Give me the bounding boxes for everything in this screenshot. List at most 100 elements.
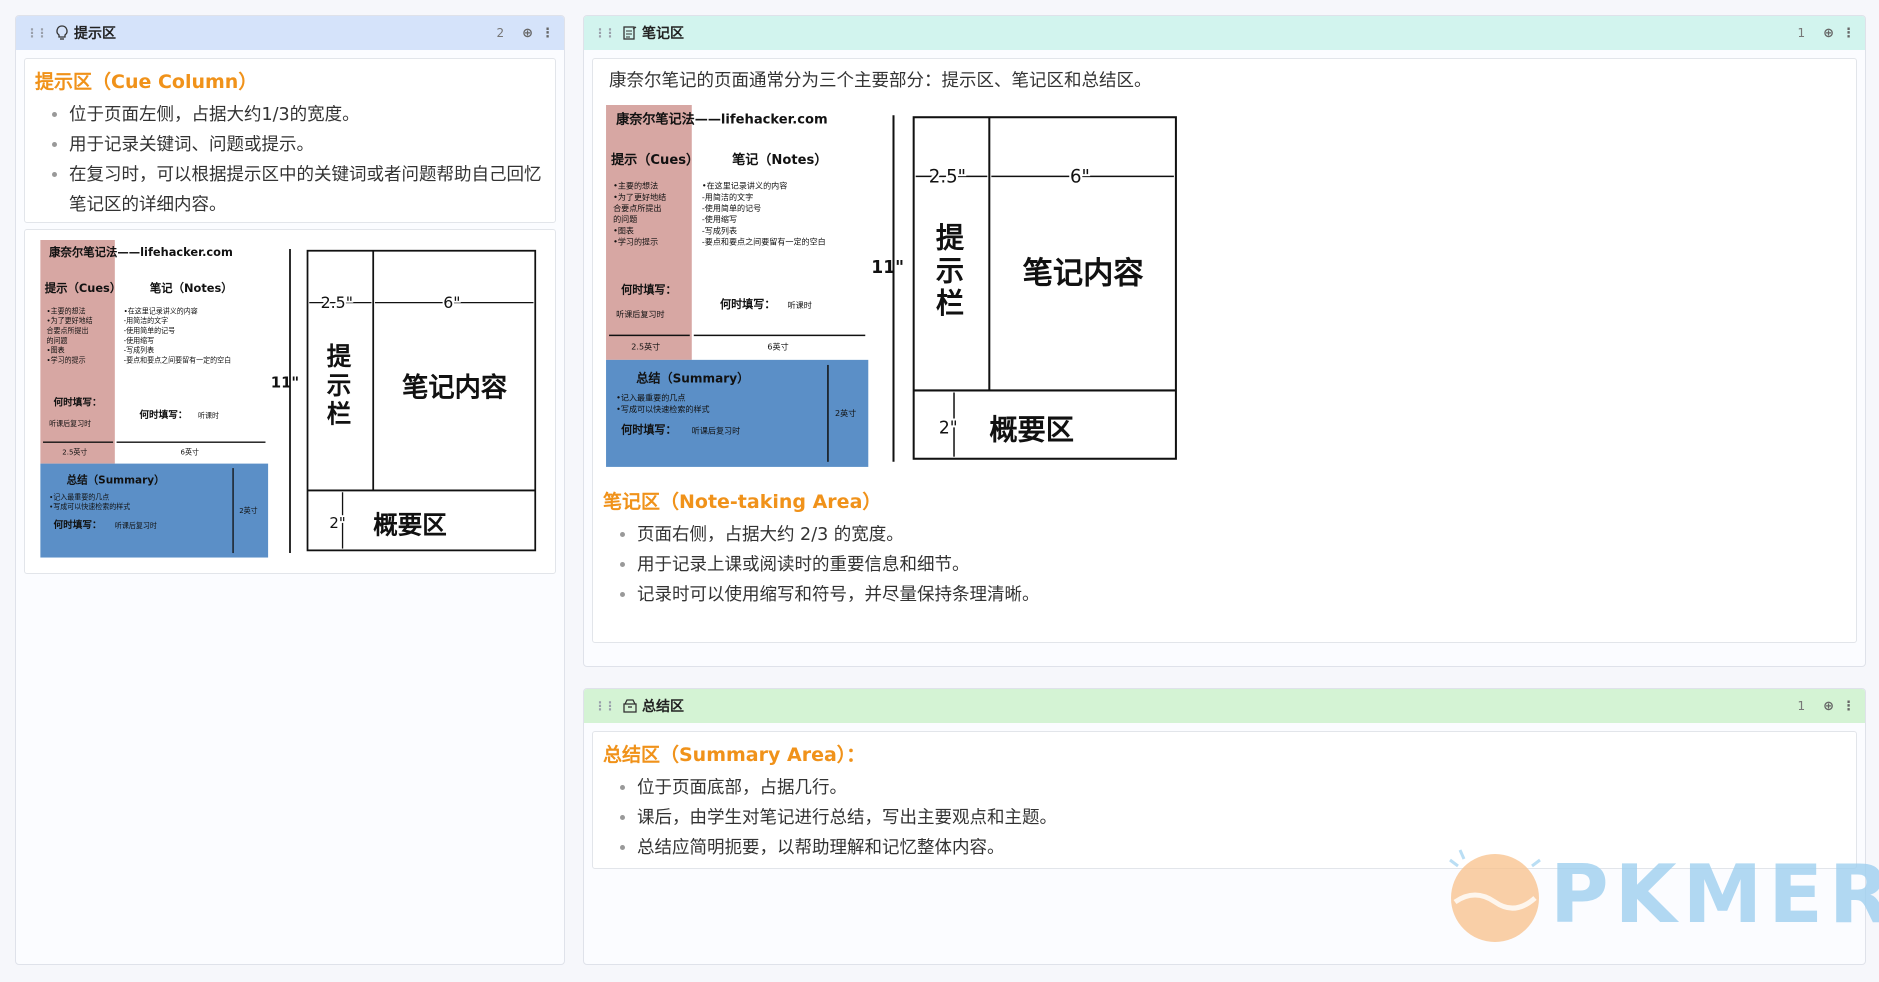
cue-col-text: 提: [936, 222, 965, 255]
cues-item: 合要点所提出: [47, 326, 89, 335]
list-item: 用于记录上课或阅读时的重要信息和细节。: [637, 550, 1856, 580]
cues-item: 的问题: [47, 336, 68, 345]
cues-item: 的问题: [613, 214, 637, 224]
when-summary: 听课后复习时: [115, 521, 157, 530]
when-label: 何时填写：: [621, 422, 676, 436]
notes-item: -要点和要点之间要留有一定的空白: [124, 355, 232, 364]
when-summary: 听课后复习时: [692, 425, 740, 435]
notes-item: -写成列表: [124, 346, 155, 355]
summary-label: 总结（Summary）: [67, 473, 165, 486]
dim-11: 11": [271, 373, 299, 391]
notes-column-header[interactable]: ⋮⋮ 笔记区 1 ⊕ ⋮: [584, 16, 1865, 50]
add-card-icon[interactable]: ⊕: [1823, 26, 1834, 41]
width-notes: 6英寸: [181, 448, 199, 457]
list-item: 课后，由学生对笔记进行总结，写出主要观点和主题。: [637, 803, 1856, 833]
cues-item: •学习的提示: [47, 355, 86, 364]
cues-item: •图表: [47, 346, 65, 355]
dim-2: 2": [329, 514, 345, 532]
card-heading: 笔记区（Note-taking Area）: [603, 491, 882, 513]
notes-item: •在这里记录讲义的内容: [124, 306, 198, 315]
more-menu-icon[interactable]: ⋮: [541, 26, 554, 41]
cue-column-header[interactable]: ⋮⋮ 提示区 2 ⊕ ⋮: [16, 16, 564, 50]
summary-item: •记入最重要的几点: [49, 492, 109, 501]
card-count-badge: 2: [496, 26, 505, 40]
column-title: 笔记区: [642, 26, 684, 42]
dim-25: 2.5": [321, 293, 353, 312]
cues-item: •为了更好地结: [613, 192, 666, 202]
dim-2: 2": [939, 418, 958, 438]
summary-box-text: 概要区: [373, 510, 447, 539]
drag-handle-icon[interactable]: ⋮⋮: [594, 699, 616, 713]
card-count-badge: 1: [1797, 26, 1806, 40]
watermark-text: PKMER: [1550, 848, 1879, 941]
notes-item: -使用缩写: [124, 336, 155, 345]
cues-label: 提示（Cues）: [611, 152, 699, 168]
notes-item: -写成列表: [702, 225, 737, 235]
list-item: 位于页面底部，占据几行。: [637, 773, 1856, 803]
width-notes: 6英寸: [767, 342, 788, 352]
drag-handle-icon[interactable]: ⋮⋮: [594, 26, 616, 40]
notes-label: 笔记（Notes）: [732, 151, 827, 168]
dim-6: 6": [1070, 166, 1090, 187]
add-card-icon[interactable]: ⊕: [522, 26, 533, 41]
when-label: 何时填写：: [720, 297, 775, 311]
width-cues: 2.5英寸: [62, 448, 87, 457]
when-label: 何时填写：: [54, 395, 102, 408]
cues-item: •学习的提示: [613, 237, 658, 247]
when-notes: 听课时: [788, 300, 812, 310]
notes-item: -使用简单的记号: [124, 326, 176, 335]
when-notes: 听课时: [198, 411, 219, 420]
card-heading: 提示区（Cue Column）: [35, 71, 258, 93]
cue-text-card[interactable]: 提示区（Cue Column） 位于页面左侧，占据大约1/3的宽度。 用于记录关…: [24, 58, 556, 223]
list-item: 记录时可以使用缩写和符号，并尽量保持条理清晰。: [637, 580, 1856, 610]
summary-column-header[interactable]: ⋮⋮ 总结区 1 ⊕ ⋮: [584, 689, 1865, 723]
list-item: 用于记录关键词、问题或提示。: [69, 130, 555, 160]
drag-handle-icon[interactable]: ⋮⋮: [26, 26, 48, 40]
summary-height: 2英寸: [835, 408, 856, 418]
when-label: 何时填写：: [139, 408, 187, 421]
bullet-list: 页面右侧，占据大约 2/3 的宽度。 用于记录上课或阅读时的重要信息和细节。 记…: [593, 520, 1856, 610]
cornell-diagram-svg: 康奈尔笔记法——lifehacker.com 提示（Cues） 笔记（Notes） •…: [601, 105, 1186, 472]
list-item: 在复习时，可以根据提示区中的关键词或者问题帮助自己回忆笔记区的详细内容。: [69, 160, 555, 220]
more-menu-icon[interactable]: ⋮: [1842, 26, 1855, 41]
add-card-icon[interactable]: ⊕: [1823, 699, 1834, 714]
cues-item: •图表: [613, 225, 634, 235]
cues-item: 合要点所提出: [613, 203, 661, 213]
summary-item: •记入最重要的几点: [616, 393, 685, 403]
notes-item: -用简洁的文字: [124, 316, 169, 325]
when-cues: 听课后复习时: [49, 419, 91, 428]
notes-item: -要点和要点之间要留有一定的空白: [702, 237, 826, 247]
note-icon: [623, 26, 637, 40]
cue-col-text: 提: [327, 342, 352, 371]
notes-item: •在这里记录讲义的内容: [702, 181, 787, 191]
cue-col-text: 栏: [327, 399, 352, 428]
lightbulb-icon: [56, 25, 68, 40]
summary-box-text: 概要区: [989, 413, 1074, 446]
list-item: 页面右侧，占据大约 2/3 的宽度。: [637, 520, 1856, 550]
notes-label: 笔记（Notes）: [150, 281, 233, 295]
column-title: 提示区: [74, 26, 116, 42]
card-heading: 总结区（Summary Area）：: [603, 744, 866, 766]
intro-paragraph: 康奈尔笔记的页面通常分为三个主要部分：提示区、笔记区和总结区。: [609, 71, 1152, 91]
pkmer-logo-icon: [1449, 849, 1541, 942]
when-label: 何时填写：: [54, 518, 102, 531]
notes-item: -用简洁的文字: [702, 192, 753, 202]
archive-icon: [623, 699, 637, 713]
summary-label: 总结（Summary）: [636, 370, 749, 385]
cornell-diagram-image: 康奈尔笔记法——lifehacker.com 提示（Cues） 笔记（Notes） •…: [36, 240, 544, 562]
more-menu-icon[interactable]: ⋮: [1842, 699, 1855, 714]
cornell-diagram-image: 康奈尔笔记法——lifehacker.com 提示（Cues） 笔记（Notes） •…: [601, 105, 1186, 472]
summary-item: •写成可以快速检索的样式: [616, 404, 709, 414]
dim-11: 11": [871, 258, 904, 278]
figure-header: 康奈尔笔记法——lifehacker.com: [49, 245, 233, 259]
cue-col-text: 示: [327, 371, 352, 400]
notes-box-text: 笔记内容: [1023, 256, 1145, 291]
dim-6: 6": [443, 293, 460, 312]
cues-label: 提示（Cues）: [45, 281, 121, 295]
dim-25: 2.5": [929, 166, 966, 187]
notes-item: -使用缩写: [702, 214, 737, 224]
summary-height: 2英寸: [239, 506, 257, 515]
notes-item: -使用简单的记号: [702, 203, 761, 213]
width-cues: 2.5英寸: [631, 342, 660, 352]
notes-box-text: 笔记内容: [402, 372, 508, 403]
